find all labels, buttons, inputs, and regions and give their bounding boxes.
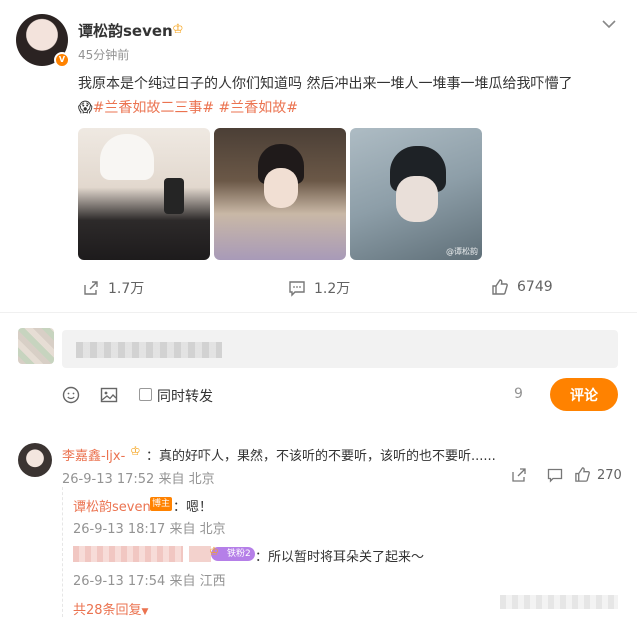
share-icon[interactable] xyxy=(511,467,527,483)
topic-link-1[interactable]: #兰香如故二三事# xyxy=(93,100,214,116)
commenter-avatar[interactable] xyxy=(18,443,52,477)
repost-checkbox-label[interactable]: 同时转发 xyxy=(157,386,213,406)
image-watermark: @谭松韵 xyxy=(446,247,478,256)
reply-location: 来自 江西 xyxy=(169,574,226,589)
comment-text: ：真的好吓人，果然，不该听的不要听，该听的也不要听...... xyxy=(146,449,496,464)
blurred-area xyxy=(500,595,618,609)
chevron-down-icon[interactable] xyxy=(601,18,617,30)
blurred-placeholder xyxy=(76,342,222,358)
char-count: 9 xyxy=(514,386,523,402)
blurred-username xyxy=(73,546,183,562)
verified-badge-icon: V xyxy=(54,52,70,68)
comment-time: 26-9-13 17:52 xyxy=(62,472,155,487)
comment-input[interactable] xyxy=(62,330,618,368)
reply-time: 26-9-13 17:54 xyxy=(73,574,166,589)
image-icon[interactable] xyxy=(100,386,118,404)
comment-count: 1.2万 xyxy=(314,281,351,297)
comment-like-count: 270 xyxy=(597,468,622,483)
commenter-name[interactable]: 李嘉鑫-ljx- xyxy=(62,445,125,464)
composer-toolbar: 同时转发 9 评论 xyxy=(0,378,637,412)
crown-icon: ♔ xyxy=(209,545,219,558)
more-replies-label: 共28条回复 xyxy=(73,603,142,618)
caret-down-icon: ▼ xyxy=(141,607,149,617)
photo-costume-still[interactable]: @谭松韵 xyxy=(350,128,482,260)
reply-text: ：所以暂时将耳朵关了起来～ xyxy=(255,550,425,565)
submit-comment-button[interactable]: 评论 xyxy=(550,378,618,411)
reply-time: 26-9-13 18:17 xyxy=(73,522,166,537)
share-button[interactable]: 1.7万 xyxy=(82,278,144,298)
like-button[interactable]: 6749 xyxy=(491,278,553,296)
share-icon xyxy=(84,281,98,295)
post-body: 我原本是个纯过日子的人你们知道吗 然后冲出来一堆人一堆事一堆瓜给我吓懵了 xyxy=(78,76,573,92)
image-grid: @谭松韵 xyxy=(78,128,484,260)
comment-icon[interactable] xyxy=(547,467,563,483)
thumbs-up-icon xyxy=(492,279,508,295)
post-actions: 1.7万 1.2万 6749 xyxy=(0,274,637,304)
crown-icon: ♔ xyxy=(172,22,184,37)
post-header: V 谭松韵seven ♔ 45分钟前 xyxy=(16,14,621,68)
reply-text: ：嗯！ xyxy=(173,500,213,515)
photo-costume-smile[interactable] xyxy=(214,128,346,260)
share-count: 1.7万 xyxy=(108,281,145,297)
like-count: 6749 xyxy=(517,279,553,295)
comment-meta: 26-9-13 17:52 来自 北京 xyxy=(62,468,215,487)
scream-emoji: 😱 xyxy=(78,100,93,116)
crown-icon: ♔ xyxy=(130,444,141,458)
post-text: 我原本是个纯过日子的人你们知道吗 然后冲出来一堆人一堆事一堆瓜给我吓懵了 😱#兰… xyxy=(78,72,623,120)
author-name[interactable]: 谭松韵seven xyxy=(78,20,173,41)
reply-user[interactable]: 谭松韵seven xyxy=(73,496,151,515)
current-user-avatar xyxy=(18,328,54,364)
more-replies-link[interactable]: 共28条回复▼ xyxy=(73,599,148,618)
comment-icon xyxy=(289,281,305,297)
blurred-username-2 xyxy=(189,546,211,562)
comment-location: 来自 北京 xyxy=(158,472,215,487)
author-tag: 博主 xyxy=(150,497,172,511)
photo-mirror-selfie[interactable] xyxy=(78,128,210,260)
comment-button[interactable]: 1.2万 xyxy=(288,278,350,298)
post-time[interactable]: 45分钟前 xyxy=(78,46,129,63)
emoji-icon[interactable] xyxy=(62,386,80,404)
reply-meta: 26-9-13 18:17 来自 北京 xyxy=(73,518,226,537)
thumbs-up-icon[interactable] xyxy=(574,466,591,483)
divider xyxy=(0,312,637,313)
repost-checkbox[interactable] xyxy=(139,388,152,401)
reply-location: 来自 北京 xyxy=(169,522,226,537)
topic-link-2[interactable]: #兰香如故# xyxy=(219,100,298,116)
reply-meta: 26-9-13 17:54 来自 江西 xyxy=(73,570,226,589)
